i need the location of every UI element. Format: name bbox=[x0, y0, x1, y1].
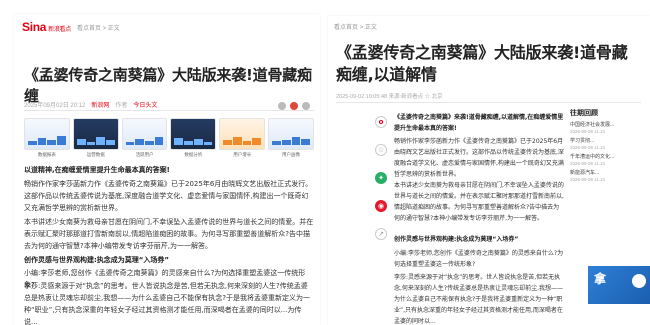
paragraph: 畅销作作家李莎菡新力作《孟婆传奇之南葵篇》已于2025年6月由晓辉文艺出版社正式… bbox=[24, 180, 313, 212]
divider bbox=[24, 110, 314, 111]
left-topbar: Sina 新浪看点 看点首页 > 正文 bbox=[22, 20, 120, 34]
paragraph-lead: 以道精神,在痴缠爱情里提升生命最本真的答案! bbox=[24, 166, 170, 174]
article-meta: 2025-09-02 10:05:48 来源:新浪看点 ☆ 北京 bbox=[336, 94, 443, 100]
meta-author: 作者 bbox=[115, 103, 128, 109]
paragraph: 畅销作作家李莎菡新力作《孟婆传奇之南葵篇》已于2025年6月由晓辉文艺出版社正式… bbox=[394, 138, 564, 178]
related-date: 2025-09-08 11:21 bbox=[570, 129, 606, 134]
ad-banner[interactable]: 拿 bbox=[588, 266, 650, 304]
related-heading: 往期回顾 bbox=[570, 110, 598, 117]
wechat-icon[interactable] bbox=[278, 102, 286, 110]
meta-date: 2025年09月02日 20:12 bbox=[24, 103, 86, 109]
breadcrumb[interactable]: 看点首页 > 正文 bbox=[334, 22, 377, 31]
collect-icon[interactable]: ☆ bbox=[375, 144, 387, 156]
article-title: 《孟婆传奇之南葵篇》大陆版来袭!道骨藏痴缠,以道解情 bbox=[336, 43, 628, 84]
article-meta: 2025年09月02日 20:12 新浪网 作者 今日头文 bbox=[24, 100, 157, 109]
comment-icon[interactable]: o bbox=[375, 116, 387, 128]
thumbnail-captions: 数据报表 运营数据 活跃用户 数据分析 用户增长 用户画像 bbox=[37, 152, 301, 157]
paragraph: 李莎:灵感来源于对“执念”的思考。世人皆说执念是苦,但若无执念,何来深刻的人生?… bbox=[394, 274, 564, 325]
related-item[interactable]: 新能源汽车... bbox=[570, 170, 646, 177]
section-heading: 创作灵感与世界观构建:执念成为莫理“入场券” bbox=[24, 256, 169, 264]
screenshot-root: Sina 新浪看点 看点首页 > 正文 《孟婆传奇之南葵篇》大陆版来袭!道骨藏痴缠… bbox=[0, 0, 650, 325]
side-share-bar: o ☆ ✦ ◉ ↗ bbox=[374, 116, 388, 240]
thumbnail[interactable] bbox=[170, 118, 217, 150]
left-article-panel: Sina 新浪看点 看点首页 > 正文 《孟婆传奇之南葵篇》大陆版来袭!道骨藏痴缠… bbox=[14, 14, 320, 325]
paragraph: 本书讲述少女南葵为救母亲甘愿在阴间门,不幸误坠入孟婆传说的世界与道长之间的情爱。… bbox=[394, 182, 564, 222]
related-column: 往期回顾 中国经济社会发展... 2025-09-08 11:21 学习贯彻..… bbox=[570, 108, 646, 186]
thumbnail[interactable] bbox=[24, 118, 70, 150]
meta-source[interactable]: 新浪网 bbox=[91, 100, 109, 109]
ad-logo-icon bbox=[632, 274, 646, 288]
thumbnail-row bbox=[24, 118, 314, 150]
meta-subscribe[interactable]: 今日头文 bbox=[133, 100, 157, 109]
thumbnail[interactable] bbox=[72, 118, 119, 150]
paragraph-lead: 《孟婆传奇之南葵篇》来袭!道骨藏痴缠,以道解情,在痴缠爱情里提升生命最本真的答案… bbox=[394, 114, 564, 132]
paragraph: 本书讲述少女南葵为救母亲甘愿在阴间门,不幸误坠入孟婆传说的世界与道长之间的情爱。… bbox=[24, 218, 314, 250]
share-icons bbox=[278, 102, 310, 110]
related-item[interactable]: 学习贯彻... bbox=[570, 138, 646, 145]
share-icon[interactable]: ↗ bbox=[375, 228, 387, 240]
paragraph: 小编:李莎老师,您创作《孟婆传奇之南葵篇》的灵感来自什么?为何选择重塑孟婆这一传… bbox=[394, 250, 564, 268]
related-date: 2025-09-08 11:21 bbox=[570, 161, 606, 166]
sina-logo[interactable]: Sina 新浪看点 bbox=[22, 20, 71, 34]
divider bbox=[336, 102, 641, 103]
wechat-icon[interactable]: ✦ bbox=[375, 172, 387, 184]
related-item[interactable]: 中国经济社会发展... bbox=[570, 122, 646, 129]
share-icon[interactable] bbox=[302, 102, 310, 110]
related-date: 2025-09-08 11:21 bbox=[570, 145, 606, 150]
weibo-icon[interactable]: ◉ bbox=[375, 200, 387, 212]
thumbnail[interactable] bbox=[121, 118, 168, 150]
right-article-panel: 看点首页 > 正文 《孟婆传奇之南葵篇》大陆版来袭!道骨藏痴缠,以道解情 202… bbox=[328, 16, 650, 325]
breadcrumb[interactable]: 看点首页 > 正文 bbox=[77, 23, 120, 32]
paragraph: 李莎:灵感来源于对“执念”的思考。世人皆说执念是苦,但若无执念,何来深刻的人生?… bbox=[24, 282, 310, 325]
thumbnail[interactable] bbox=[268, 118, 314, 150]
related-item[interactable]: 千年漕运中的文化... bbox=[570, 154, 646, 161]
thumbnail[interactable] bbox=[219, 118, 266, 150]
section-heading: 创作灵感与世界观构建:执念成为莫理“入场券” bbox=[394, 236, 519, 243]
weibo-icon[interactable] bbox=[290, 102, 298, 110]
related-date: 2025-09-08 11:21 bbox=[570, 177, 606, 182]
